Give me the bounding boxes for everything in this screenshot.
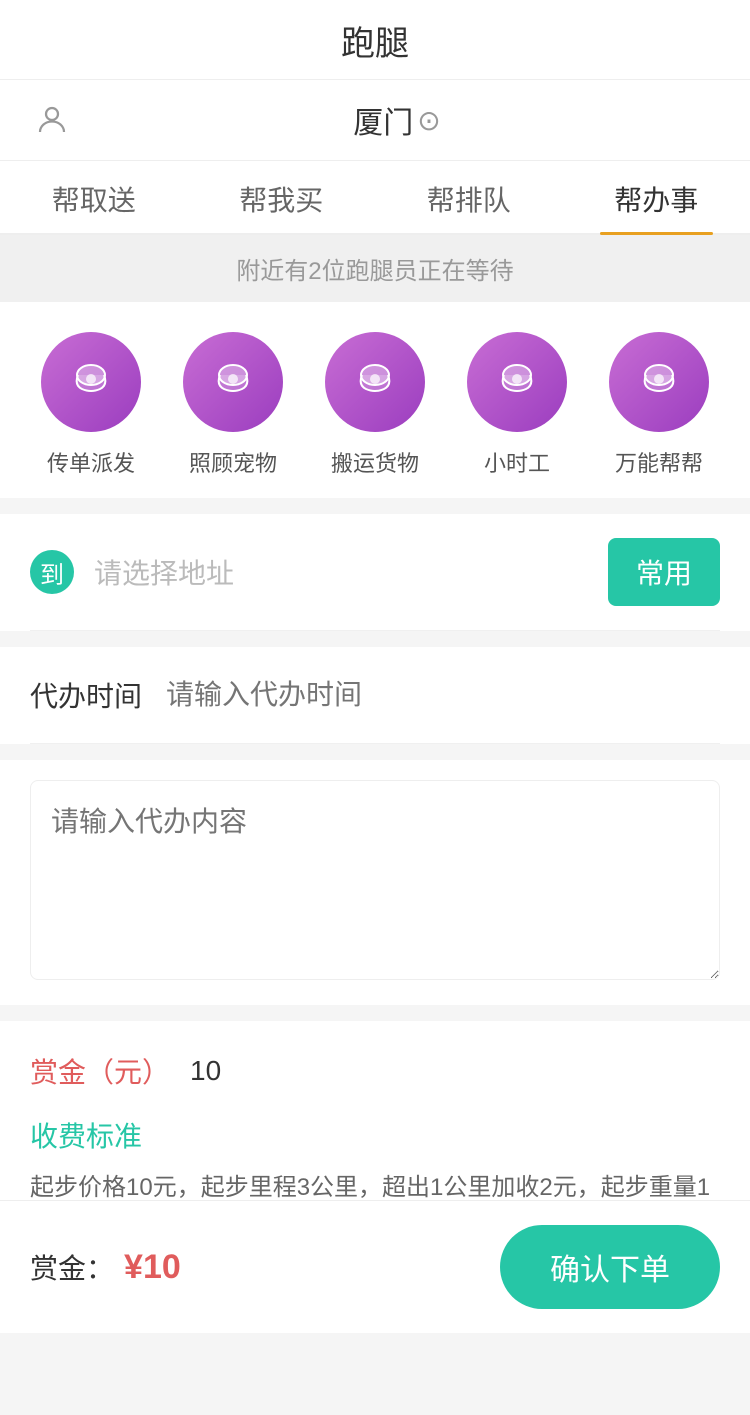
content-textarea[interactable] bbox=[30, 780, 720, 980]
service-item-universal[interactable]: 万能帮帮 bbox=[609, 332, 709, 478]
service-item-move[interactable]: 搬运货物 bbox=[325, 332, 425, 478]
address-section: 到 请选择地址 常用 bbox=[0, 514, 750, 631]
city-name: 厦门 bbox=[353, 98, 413, 142]
reward-value: 10 bbox=[190, 1055, 221, 1087]
bottom-price-value: ¥10 bbox=[124, 1248, 181, 1287]
service-icon-universal bbox=[609, 332, 709, 432]
service-label-universal: 万能帮帮 bbox=[615, 446, 703, 478]
service-label-flyer: 传单派发 bbox=[47, 446, 135, 478]
service-item-flyer[interactable]: 传单派发 bbox=[41, 332, 141, 478]
content-section bbox=[0, 760, 750, 1005]
time-section: 代办时间 bbox=[0, 647, 750, 744]
address-row: 到 请选择地址 常用 bbox=[30, 514, 720, 631]
service-label-hourly: 小时工 bbox=[484, 446, 550, 478]
location-pin-icon: ⊙ bbox=[417, 104, 440, 137]
service-label-move: 搬运货物 bbox=[331, 446, 419, 478]
notice-text: 附近有2位跑腿员正在等待 bbox=[236, 258, 513, 285]
service-icon-flyer bbox=[41, 332, 141, 432]
time-input[interactable] bbox=[166, 679, 720, 711]
tab-help-delivery[interactable]: 帮取送 bbox=[0, 161, 188, 233]
price-amount: 10 bbox=[143, 1248, 181, 1286]
avatar-icon[interactable] bbox=[30, 98, 74, 142]
service-grid: 传单派发 照顾宠物 搬运货物 小时 bbox=[0, 302, 750, 498]
service-item-pet[interactable]: 照顾宠物 bbox=[183, 332, 283, 478]
tab-help-queue[interactable]: 帮排队 bbox=[375, 161, 563, 233]
tab-bar: 帮取送 帮我买 帮排队 帮办事 bbox=[0, 161, 750, 235]
address-badge: 到 bbox=[30, 550, 74, 594]
reward-label: 赏金（元） bbox=[30, 1051, 170, 1091]
bottom-bar: 赏金： ¥10 确认下单 bbox=[0, 1200, 750, 1333]
fee-standard-title: 收费标准 bbox=[30, 1115, 720, 1155]
service-item-hourly[interactable]: 小时工 bbox=[467, 332, 567, 478]
service-icon-pet bbox=[183, 332, 283, 432]
confirm-order-button[interactable]: 确认下单 bbox=[500, 1225, 720, 1309]
common-address-button[interactable]: 常用 bbox=[608, 538, 720, 606]
tab-help-errand[interactable]: 帮办事 bbox=[563, 161, 750, 233]
service-label-pet: 照顾宠物 bbox=[189, 446, 277, 478]
time-label: 代办时间 bbox=[30, 675, 142, 715]
page-title: 跑腿 bbox=[341, 25, 409, 63]
tab-help-buy[interactable]: 帮我买 bbox=[188, 161, 376, 233]
bottom-price-label: 赏金： bbox=[30, 1247, 114, 1287]
location-center[interactable]: 厦门 ⊙ bbox=[74, 98, 720, 142]
reward-row: 赏金（元） 10 bbox=[30, 1051, 720, 1091]
price-symbol: ¥ bbox=[124, 1248, 143, 1286]
service-icon-hourly bbox=[467, 332, 567, 432]
time-row: 代办时间 bbox=[30, 647, 720, 744]
location-bar: 厦门 ⊙ bbox=[0, 80, 750, 161]
notice-bar: 附近有2位跑腿员正在等待 bbox=[0, 235, 750, 302]
service-icon-move bbox=[325, 332, 425, 432]
header: 跑腿 bbox=[0, 0, 750, 80]
address-placeholder[interactable]: 请选择地址 bbox=[94, 552, 608, 592]
